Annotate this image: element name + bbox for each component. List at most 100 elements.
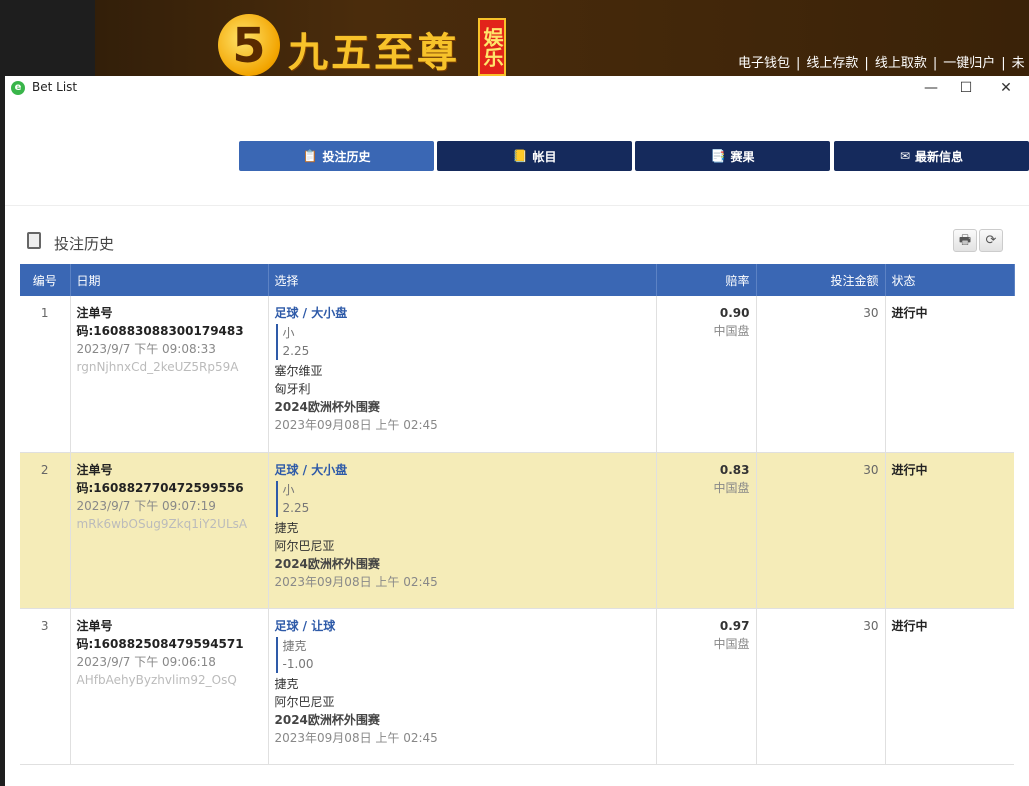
status-text: 进行中 bbox=[885, 452, 1014, 609]
title-bar[interactable]: e Bet List — ☐ ✕ bbox=[5, 76, 1029, 100]
link-e-wallet[interactable]: 电子钱包 bbox=[738, 56, 790, 71]
bet-code: mRk6wbOSug9Zkq1iY2ULsA bbox=[76, 516, 248, 531]
selection-cell: 足球 / 大小盘 小 2.25 塞尔维亚 匈牙利 2024欧洲杯外围赛 2023… bbox=[268, 296, 657, 453]
link-truncated[interactable]: 未 bbox=[1012, 56, 1025, 71]
ledger-icon: 📒 bbox=[512, 149, 528, 163]
results-icon: 📑 bbox=[710, 149, 726, 163]
selection-cell: 足球 / 让球 捷克 -1.00 捷克 阿尔巴尼亚 2024欧洲杯外围赛 202… bbox=[268, 608, 657, 765]
site-banner: 5 九五至尊 娱乐城 电子钱包 | 线上存款 | 线上取款 | 一键归户 | 未 bbox=[0, 0, 1029, 76]
table-row: 3 注单号码:160882508479594571 2023/9/7 下午 09… bbox=[20, 608, 1014, 765]
bet-datetime: 2023/9/7 下午 09:08:33 bbox=[76, 342, 216, 356]
top-links: 电子钱包 | 线上存款 | 线上取款 | 一键归户 | 未 bbox=[738, 52, 1025, 71]
status-text: 进行中 bbox=[885, 608, 1014, 765]
brand-name: 九五至尊 bbox=[288, 29, 460, 76]
league-name: 2024欧洲杯外围赛 bbox=[274, 712, 380, 727]
link-separator: | bbox=[796, 56, 801, 71]
tab-results[interactable]: 📑 赛果 bbox=[635, 141, 830, 171]
stake-amount: 30 bbox=[756, 452, 886, 609]
header-stake: 投注金额 bbox=[756, 264, 886, 296]
bet-code: rgnNjhnxCd_2keUZ5Rp59A bbox=[76, 360, 239, 374]
bet-number: 2 bbox=[20, 452, 71, 609]
league-name: 2024欧洲杯外围赛 bbox=[274, 556, 380, 571]
away-team: 阿尔巴尼亚 bbox=[274, 538, 335, 553]
selection-pick: 小 bbox=[282, 326, 295, 340]
status-text: 进行中 bbox=[885, 296, 1014, 453]
selection-line: 2.25 bbox=[282, 500, 310, 515]
selection-pick: 小 bbox=[282, 482, 295, 497]
brand-tag: 娱乐城 bbox=[478, 18, 506, 76]
odds-type: 中国盘 bbox=[713, 324, 750, 338]
selection-cell: 足球 / 大小盘 小 2.25 捷克 阿尔巴尼亚 2024欧洲杯外围赛 2023… bbox=[268, 452, 657, 609]
link-deposit[interactable]: 线上存款 bbox=[806, 56, 858, 71]
tab-messages[interactable]: ✉ 最新信息 bbox=[834, 141, 1029, 171]
odds-type: 中国盘 bbox=[713, 480, 750, 495]
refresh-button[interactable]: ⟳ bbox=[979, 229, 1003, 252]
selection-box: 小 2.25 bbox=[275, 480, 650, 517]
table-row: 2 注单号码:160882770472599556 2023/9/7 下午 09… bbox=[20, 452, 1014, 609]
match-time: 2023年09月08日 上午 02:45 bbox=[274, 574, 438, 589]
bet-date-cell: 注单号码:160882770472599556 2023/9/7 下午 09:0… bbox=[70, 452, 269, 609]
away-team: 匈牙利 bbox=[274, 382, 311, 396]
brand-logo-glyph: 5 bbox=[232, 18, 266, 74]
ticket-number: 注单号码:160882508479594571 bbox=[76, 618, 244, 651]
link-separator: | bbox=[864, 56, 869, 71]
tab-statement[interactable]: 📒 帐目 bbox=[437, 141, 632, 171]
bet-date-cell: 注单号码:160882508479594571 2023/9/7 下午 09:0… bbox=[70, 608, 269, 765]
close-icon: ✕ bbox=[1000, 80, 1012, 96]
selection-line: 2.25 bbox=[282, 344, 310, 358]
sport-market: 足球 / 让球 bbox=[274, 618, 336, 633]
tab-label: 投注历史 bbox=[322, 149, 371, 164]
bet-datetime: 2023/9/7 下午 09:07:19 bbox=[76, 498, 216, 513]
tab-bet-history[interactable]: 📋 投注历史 bbox=[239, 141, 434, 171]
maximize-button[interactable]: ☐ bbox=[951, 78, 981, 98]
match-time: 2023年09月08日 上午 02:45 bbox=[274, 730, 438, 745]
print-button[interactable]: 🖶 bbox=[953, 229, 977, 252]
sport-market: 足球 / 大小盘 bbox=[274, 306, 348, 320]
header-selection: 选择 bbox=[268, 264, 657, 296]
printer-icon: 🖶 bbox=[958, 233, 972, 248]
minimize-icon: — bbox=[924, 80, 938, 96]
table-header-row: 编号 日期 选择 赔率 投注金额 状态 bbox=[20, 264, 1015, 296]
bet-number: 3 bbox=[20, 608, 71, 765]
bet-number: 1 bbox=[20, 296, 71, 453]
nav-tabs: 📋 投注历史 📒 帐目 📑 赛果 ✉ 最新信息 bbox=[239, 141, 1029, 171]
bet-date-cell: 注单号码:160883088300179483 2023/9/7 下午 09:0… bbox=[70, 296, 269, 453]
link-withdraw[interactable]: 线上取款 bbox=[875, 56, 927, 71]
header-no: 编号 bbox=[20, 264, 71, 296]
link-consolidate[interactable]: 一键归户 bbox=[943, 56, 995, 71]
odds-cell: 0.83 中国盘 bbox=[656, 452, 757, 609]
sport-market: 足球 / 大小盘 bbox=[274, 462, 348, 477]
bet-code: AHfbAehyByzhvlim92_OsQ bbox=[76, 672, 237, 687]
odds-cell: 0.97 中国盘 bbox=[656, 608, 757, 765]
away-team: 阿尔巴尼亚 bbox=[274, 694, 335, 709]
clipboard-icon bbox=[27, 232, 41, 249]
close-button[interactable]: ✕ bbox=[991, 78, 1021, 98]
stake-amount: 30 bbox=[756, 608, 886, 765]
odds-value: 0.83 bbox=[719, 462, 750, 477]
league-name: 2024欧洲杯外围赛 bbox=[274, 400, 380, 414]
window-title: Bet List bbox=[32, 80, 78, 94]
match-time: 2023年09月08日 上午 02:45 bbox=[274, 418, 438, 432]
mail-icon: ✉ bbox=[899, 149, 911, 163]
home-team: 塞尔维亚 bbox=[274, 364, 323, 378]
browser-app-icon: e bbox=[11, 81, 25, 95]
minimize-button[interactable]: — bbox=[916, 78, 946, 98]
table-row: 1 注单号码:160883088300179483 2023/9/7 下午 09… bbox=[20, 296, 1014, 453]
odds-value: 0.97 bbox=[719, 618, 750, 633]
selection-line: -1.00 bbox=[282, 656, 314, 671]
selection-pick: 捷克 bbox=[282, 638, 307, 653]
odds-type: 中国盘 bbox=[713, 636, 750, 651]
header-date: 日期 bbox=[70, 264, 269, 296]
stake-amount: 30 bbox=[756, 296, 886, 453]
header-status: 状态 bbox=[885, 264, 1015, 296]
tab-label: 赛果 bbox=[730, 149, 755, 164]
tab-label: 帐目 bbox=[532, 149, 557, 164]
header-odds: 赔率 bbox=[656, 264, 757, 296]
section-title: 投注历史 bbox=[54, 235, 115, 253]
home-team: 捷克 bbox=[274, 676, 299, 691]
odds-value: 0.90 bbox=[719, 306, 750, 320]
link-separator: | bbox=[1001, 56, 1006, 71]
ticket-number: 注单号码:160882770472599556 bbox=[76, 462, 244, 495]
brand-logo-icon: 5 bbox=[218, 14, 280, 76]
tab-label: 最新信息 bbox=[915, 149, 964, 164]
